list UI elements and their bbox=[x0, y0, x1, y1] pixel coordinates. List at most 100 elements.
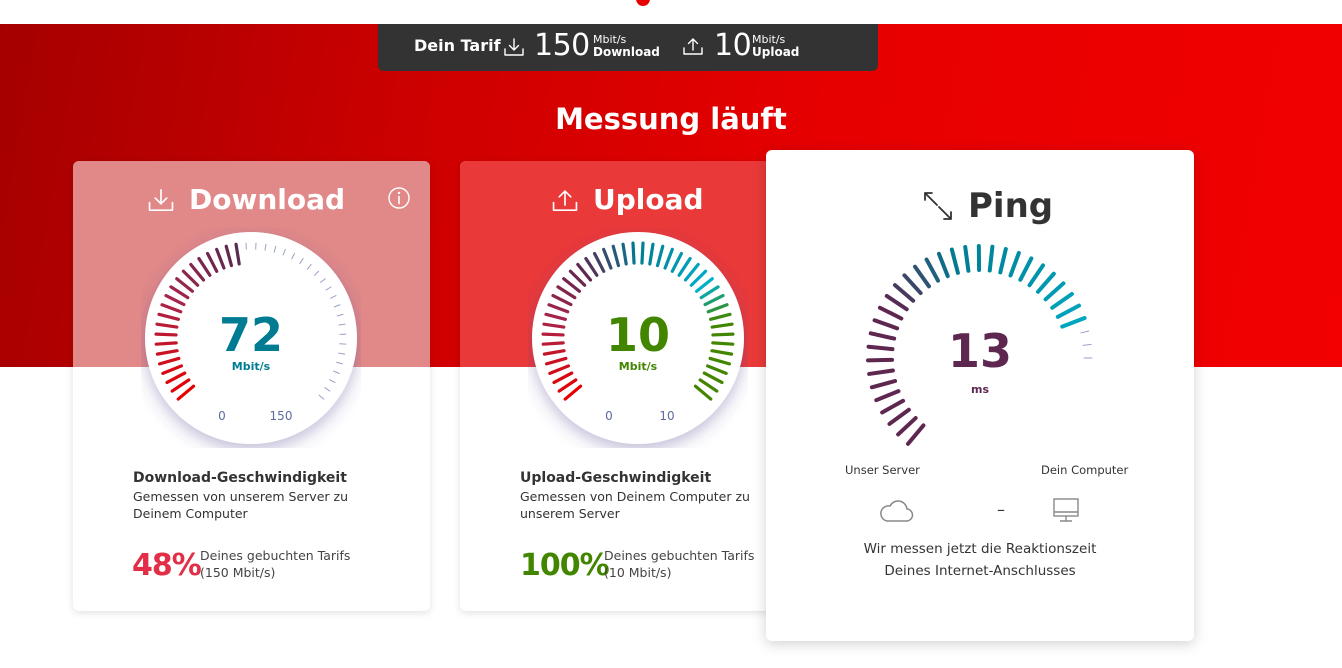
gauge-tick bbox=[880, 398, 906, 415]
tariff-download-value: 150 bbox=[534, 28, 590, 63]
gauge-tick bbox=[154, 332, 178, 337]
ping-separator: – bbox=[997, 500, 1005, 519]
gauge-tick bbox=[154, 341, 178, 346]
download-gauge-value: 72 bbox=[219, 308, 283, 362]
ping-title-label: Ping bbox=[968, 186, 1054, 226]
upload-desc: Gemessen von Deinem Computer zu unserem … bbox=[520, 488, 750, 522]
gauge-tick bbox=[1055, 303, 1081, 319]
download-desc-line1: Gemessen von unserem Server zu bbox=[133, 489, 348, 504]
download-icon bbox=[504, 38, 524, 56]
page-title: Messung läuft bbox=[555, 102, 787, 136]
gauge-tick bbox=[1008, 250, 1021, 278]
gauge-tick bbox=[998, 247, 1008, 275]
gauge-tick bbox=[874, 389, 901, 403]
gauge-tick bbox=[1018, 256, 1034, 282]
ping-gauge-value: 13 bbox=[948, 324, 1012, 378]
upload-gauge: 10 Mbit/s 0 10 bbox=[532, 232, 744, 444]
ping-gauge-unit: ms bbox=[971, 383, 989, 396]
gauge-tick bbox=[868, 331, 897, 341]
download-percent: 48% bbox=[132, 548, 202, 583]
gauge-tick bbox=[631, 241, 636, 265]
download-percent-text: Deines gebuchten Tarifs (150 Mbit/s) bbox=[200, 547, 350, 581]
gauge-tick bbox=[963, 244, 971, 273]
gauge-tick bbox=[913, 264, 931, 289]
info-icon[interactable] bbox=[387, 186, 411, 210]
ping-message-line1: Wir messen jetzt die Reaktionszeit bbox=[863, 541, 1097, 557]
upload-gauge-value: 10 bbox=[606, 308, 670, 362]
download-card: Download 72 Mbit/s 0 150 Download-Geschw… bbox=[73, 161, 430, 611]
ping-arrows-icon bbox=[924, 192, 952, 220]
gauge-tick bbox=[711, 332, 735, 337]
gauge-tick bbox=[1060, 316, 1087, 329]
gauge-tick bbox=[902, 273, 923, 296]
gauge-tick bbox=[869, 379, 898, 390]
tariff-bar: Dein Tarif 150 Mbit/s Download 10 Mbit/s U… bbox=[378, 24, 878, 71]
download-percent-line2: (150 Mbit/s) bbox=[200, 565, 276, 580]
ping-server-label: Unser Server bbox=[845, 463, 920, 477]
gauge-tick bbox=[1080, 330, 1090, 334]
upload-scale-max: 10 bbox=[659, 409, 674, 423]
gauge-tick bbox=[906, 423, 926, 446]
download-scale-min: 0 bbox=[218, 409, 226, 423]
gauge-tick bbox=[924, 257, 941, 283]
gauge-tick bbox=[866, 344, 895, 352]
ping-card-title: Ping bbox=[922, 186, 1053, 226]
gauge-tick bbox=[896, 416, 918, 437]
upload-desc-title: Upload-Geschwindigkeit bbox=[520, 470, 712, 486]
gauge-tick bbox=[1035, 271, 1056, 294]
download-gauge-unit: Mbit/s bbox=[232, 360, 271, 373]
upload-desc-line2: unserem Server bbox=[520, 506, 620, 521]
ping-computer-label: Dein Computer bbox=[1041, 463, 1129, 477]
upload-icon bbox=[683, 38, 703, 55]
gauge-tick bbox=[987, 244, 995, 273]
gauge-tick bbox=[867, 368, 895, 376]
gauge-tick bbox=[1082, 343, 1092, 346]
gauge-tick bbox=[640, 241, 645, 265]
download-scale-max: 150 bbox=[270, 409, 293, 423]
gauge-tick bbox=[892, 283, 916, 303]
upload-gauge-unit: Mbit/s bbox=[619, 360, 658, 373]
download-icon bbox=[148, 188, 174, 211]
gauge-tick bbox=[541, 341, 565, 346]
upload-percent-line1: Deines gebuchten Tarifs bbox=[604, 548, 755, 563]
ping-gauge: 13 ms bbox=[866, 244, 1093, 446]
ping-message-line2: Deines Internet-Anschlusses bbox=[884, 563, 1076, 579]
upload-percent-line2: (10 Mbit/s) bbox=[604, 565, 672, 580]
ping-card: Ping 13 ms Unser Server Dein Computer – … bbox=[766, 150, 1194, 641]
gauge-tick bbox=[949, 247, 960, 275]
tariff-label: Dein Tarif bbox=[414, 36, 501, 55]
tariff-upload-value: 10 bbox=[714, 28, 752, 63]
upload-percent-text: Deines gebuchten Tarifs (10 Mbit/s) bbox=[604, 547, 754, 581]
gauge-tick bbox=[1050, 292, 1074, 310]
gauge-tick bbox=[884, 293, 909, 312]
cloud-icon bbox=[880, 500, 914, 522]
gauge-tick bbox=[1027, 263, 1046, 288]
gauge-tick bbox=[866, 357, 895, 363]
download-title-label: Download bbox=[189, 183, 346, 216]
gauge-tick bbox=[872, 318, 900, 331]
download-desc-title: Download-Geschwindigkeit bbox=[133, 470, 347, 486]
download-desc: Gemessen von unserem Server zu Deinem Co… bbox=[133, 488, 348, 522]
brand-logo bbox=[636, 0, 650, 6]
upload-card: Upload 10 Mbit/s 0 10 Upload-Geschwindig… bbox=[460, 161, 817, 611]
upload-desc-line1: Gemessen von Deinem Computer zu bbox=[520, 489, 750, 504]
gauge-tick bbox=[711, 341, 735, 346]
gauge-tick bbox=[541, 332, 565, 337]
download-gauge: 72 Mbit/s 0 150 bbox=[145, 232, 357, 444]
tariff-download-unit: Mbit/s Download bbox=[593, 33, 660, 59]
download-card-title: Download bbox=[147, 183, 345, 216]
upload-percent: 100% bbox=[520, 548, 610, 583]
download-percent-line1: Deines gebuchten Tarifs bbox=[200, 548, 351, 563]
gauge-tick bbox=[887, 407, 911, 426]
gauge-tick bbox=[1043, 281, 1066, 302]
upload-title-label: Upload bbox=[593, 183, 704, 216]
upload-icon bbox=[552, 189, 578, 211]
monitor-icon bbox=[1053, 498, 1079, 522]
upload-card-title: Upload bbox=[551, 183, 704, 216]
upload-scale-min: 0 bbox=[605, 409, 613, 423]
ping-message: Wir messen jetzt die Reaktionszeit Deine… bbox=[766, 538, 1194, 582]
download-desc-line2: Deinem Computer bbox=[133, 506, 248, 521]
tariff-upload-unit: Mbit/s Upload bbox=[752, 33, 800, 59]
gauge-tick bbox=[936, 251, 950, 279]
gauge-tick bbox=[877, 305, 904, 321]
